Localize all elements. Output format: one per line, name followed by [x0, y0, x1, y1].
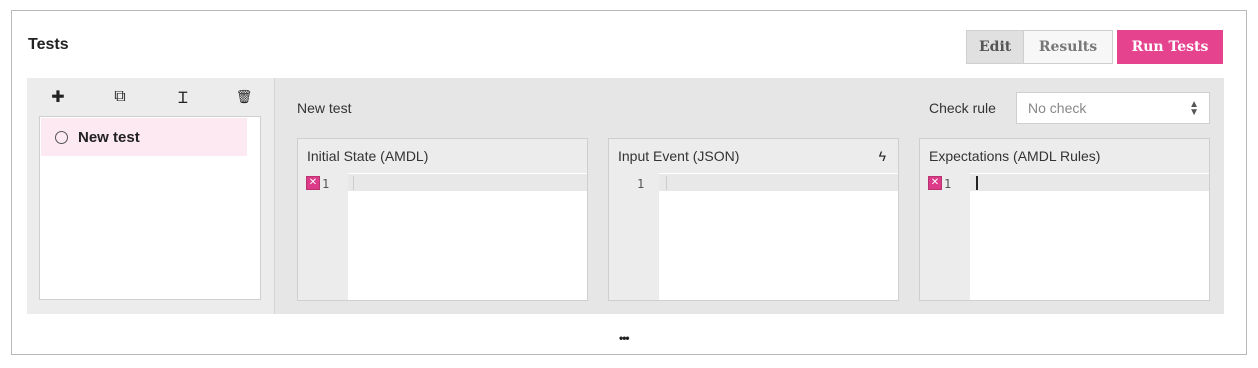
editor-title-text: Input Event (JSON)	[618, 148, 740, 164]
results-button[interactable]: Results	[1024, 31, 1112, 63]
edit-button[interactable]: Edit	[967, 31, 1024, 63]
check-rule-label: Check rule	[929, 100, 996, 116]
test-name-label: New test	[297, 100, 352, 116]
error-icon: ✕	[306, 176, 320, 190]
run-tests-button[interactable]: Run Tests	[1117, 30, 1223, 64]
duplicate-icon[interactable]: ⧉	[109, 86, 131, 108]
editor-gutter	[609, 173, 659, 300]
list-item[interactable]: New test	[41, 118, 247, 156]
initial-state-editor[interactable]: Initial State (AMDL) ✕ 1	[297, 138, 588, 301]
error-icon: ✕	[928, 176, 942, 190]
text-cursor	[353, 176, 354, 190]
select-arrows-icon: ▲ ▼	[1189, 99, 1199, 118]
page-title: Tests	[28, 36, 69, 53]
view-toggle: Edit Results	[966, 30, 1113, 64]
line-number: 1	[637, 177, 645, 191]
editor-title: Input Event (JSON) ϟ	[609, 139, 898, 173]
test-list: New test	[39, 116, 261, 300]
test-list-pane: ✚ ⧉ Ɪ 🗑 New test	[27, 78, 275, 314]
lightning-icon[interactable]: ϟ	[879, 148, 886, 164]
editor-title: Expectations (AMDL Rules)	[920, 139, 1209, 173]
editor-gutter	[920, 173, 970, 300]
check-rule-value: No check	[1028, 100, 1087, 116]
check-rule-select[interactable]: No check ▲ ▼	[1016, 92, 1210, 124]
more-icon[interactable]: •••	[619, 331, 630, 345]
editor-gutter	[298, 173, 348, 300]
line-number: 1	[944, 177, 952, 191]
trash-icon[interactable]: 🗑	[233, 86, 255, 108]
text-cursor	[976, 176, 978, 190]
text-cursor-icon[interactable]: Ɪ	[172, 86, 194, 108]
text-cursor	[666, 176, 667, 190]
input-event-editor[interactable]: Input Event (JSON) ϟ 1	[608, 138, 899, 301]
line-number: 1	[322, 177, 330, 191]
expectations-editor[interactable]: Expectations (AMDL Rules) ✕ 1	[919, 138, 1210, 301]
test-list-toolbar: ✚ ⧉ Ɪ 🗑	[27, 86, 275, 108]
list-item-label: New test	[78, 128, 140, 146]
plus-icon[interactable]: ✚	[47, 86, 69, 108]
editor-title: Initial State (AMDL)	[298, 139, 587, 173]
radio-icon[interactable]	[55, 130, 68, 144]
